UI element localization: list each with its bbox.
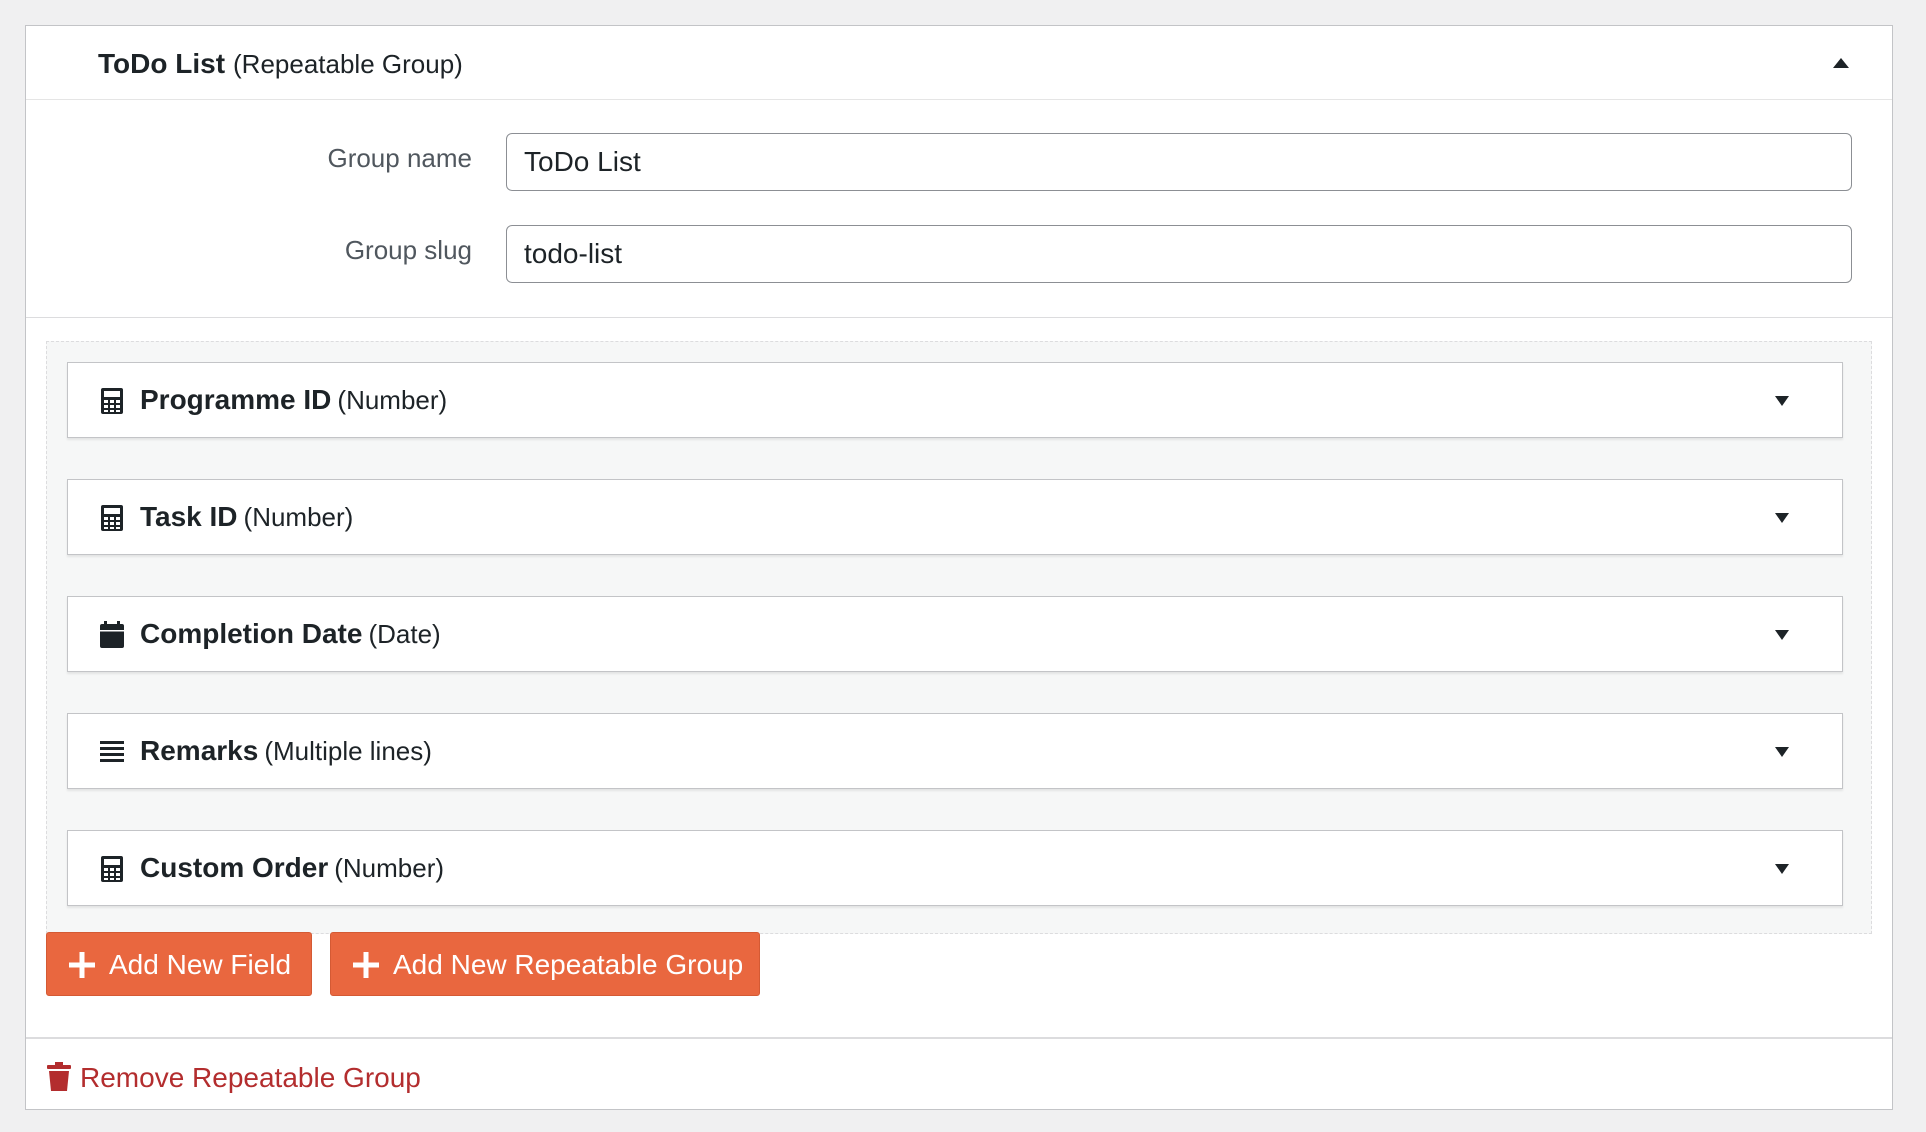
field-item-task-id[interactable]: Task ID (Number) (67, 479, 1843, 555)
field-type: (Number) (243, 502, 354, 532)
field-label: Task ID (Number) (140, 500, 353, 534)
chevron-down-icon[interactable] (1772, 859, 1792, 879)
plus-icon (69, 952, 95, 978)
add-new-field-button[interactable]: Add New Field (46, 932, 312, 996)
lines-icon (100, 741, 124, 762)
divider (26, 1037, 1892, 1039)
calculator-icon (101, 505, 123, 531)
calculator-icon (101, 388, 123, 414)
repeatable-group-panel: ToDo List(Repeatable Group) Group name G… (25, 25, 1893, 1110)
calculator-icon (101, 856, 123, 882)
add-new-repeatable-group-button[interactable]: Add New Repeatable Group (330, 932, 760, 996)
field-item-programme-id[interactable]: Programme ID (Number) (67, 362, 1843, 438)
fields-drop-zone: Programme ID (Number) Task ID (Number) C… (46, 341, 1872, 934)
field-type: (Number) (334, 853, 445, 883)
field-name: Programme ID (140, 384, 332, 415)
calendar-icon (100, 621, 124, 648)
field-type: (Multiple lines) (264, 736, 432, 766)
plus-icon (353, 952, 379, 978)
group-title-type: (Repeatable Group) (233, 49, 463, 79)
field-name: Task ID (140, 501, 238, 532)
group-name-label: Group name (327, 143, 472, 173)
collapse-arrow-up-icon[interactable] (1830, 52, 1852, 74)
group-header[interactable]: ToDo List (Repeatable Group) (26, 26, 1892, 100)
chevron-down-icon[interactable] (1772, 508, 1792, 528)
field-name: Completion Date (140, 618, 363, 649)
field-label: Remarks (Multiple lines) (140, 734, 432, 768)
chevron-down-icon[interactable] (1772, 742, 1792, 762)
field-item-custom-order[interactable]: Custom Order (Number) (67, 830, 1843, 906)
add-new-field-label: Add New Field (109, 949, 292, 980)
trash-icon (47, 1062, 71, 1091)
group-slug-label: Group slug (344, 235, 472, 265)
add-new-repeatable-group-label: Add New Repeatable Group (393, 949, 744, 980)
group-name-input[interactable] (506, 133, 1852, 191)
field-item-remarks[interactable]: Remarks (Multiple lines) (67, 713, 1843, 789)
group-slug-row: Group slug (26, 225, 1892, 285)
field-type: (Date) (368, 619, 441, 649)
field-label: Programme ID (Number) (140, 383, 447, 417)
field-label: Custom Order (Number) (140, 851, 444, 885)
divider (26, 317, 1892, 318)
remove-repeatable-group-label: Remove Repeatable Group (80, 1062, 421, 1093)
field-type: (Number) (337, 385, 448, 415)
group-title: ToDo List (Repeatable Group) (98, 48, 463, 80)
field-name: Remarks (140, 735, 259, 766)
field-label: Completion Date (Date) (140, 617, 441, 651)
chevron-down-icon[interactable] (1772, 625, 1792, 645)
group-title-name: ToDo List (98, 48, 226, 79)
group-slug-input[interactable] (506, 225, 1852, 283)
field-name: Custom Order (140, 852, 329, 883)
chevron-down-icon[interactable] (1772, 391, 1792, 411)
group-name-row: Group name (26, 133, 1892, 193)
field-item-completion-date[interactable]: Completion Date (Date) (67, 596, 1843, 672)
